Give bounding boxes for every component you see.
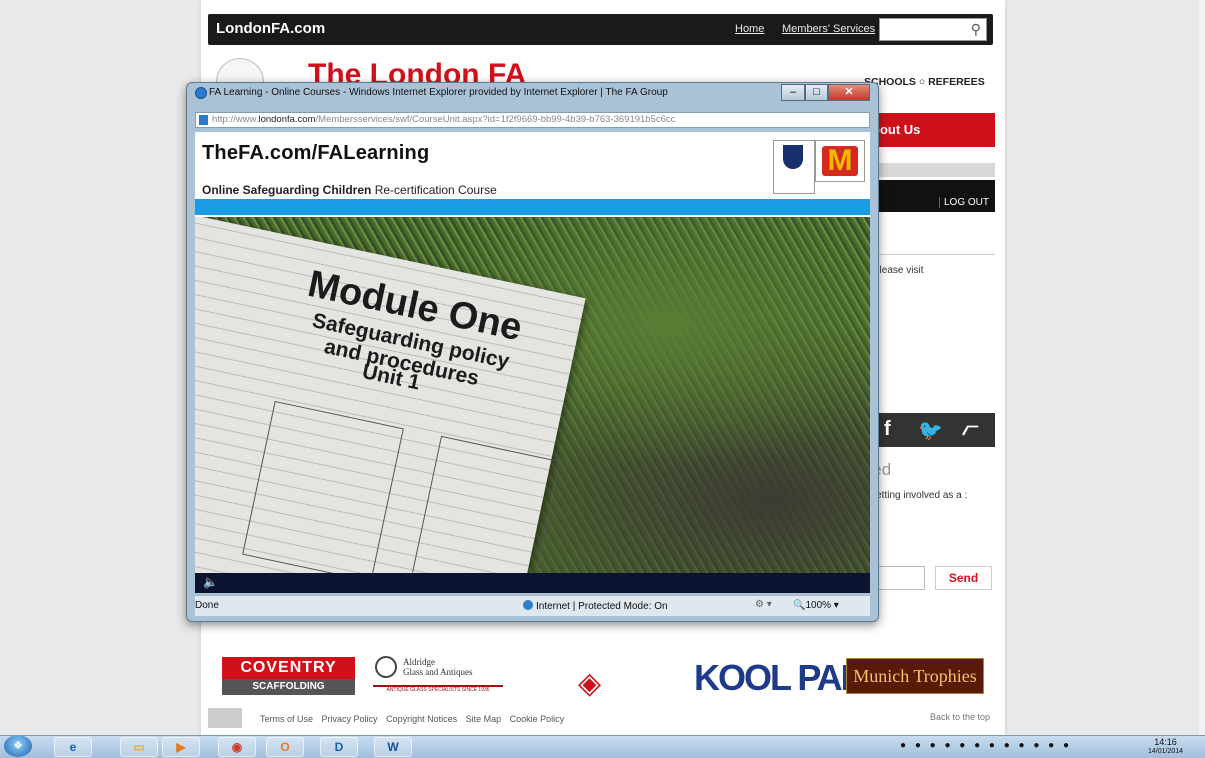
player-control-bar: 🔈 <box>195 573 870 593</box>
zoom-value: 100% <box>805 600 832 611</box>
zoom-level[interactable]: 🔍100% ▾ <box>793 600 839 611</box>
taskbar-media-icon[interactable]: ▶ <box>162 737 200 757</box>
footer-links: Terms of Use Privacy Policy Copyright No… <box>260 714 570 724</box>
twitter-icon[interactable]: 🐦 <box>918 418 943 443</box>
url-path: /Membersservices/swf/CourseUnit.aspx?id=… <box>315 114 676 125</box>
window-title: FA Learning - Online Courses - Windows I… <box>209 87 668 98</box>
fa-learning-heading: TheFA.com/FALearning <box>202 142 430 164</box>
umbro-logo-icon[interactable]: ◈ <box>578 666 601 701</box>
page-scrollbar[interactable] <box>1199 0 1205 735</box>
site-brand[interactable]: LondonFA.com <box>216 20 325 37</box>
system-tray-icons[interactable]: ● ● ● ● ● ● ● ● ● ● ● ● <box>900 740 1072 751</box>
section-links[interactable]: SCHOOLS ○ REFEREES <box>864 76 985 88</box>
search-icon[interactable]: ⚲ <box>971 21 981 38</box>
security-zone[interactable]: Internet | Protected Mode: On <box>523 600 668 612</box>
please-visit-text: please visit <box>874 265 924 276</box>
facebook-icon[interactable]: f <box>884 418 891 441</box>
course-content: TheFA.com/FALearning Online Safeguarding… <box>195 132 870 593</box>
taskbar-outlook-icon[interactable]: O <box>266 737 304 757</box>
aldridge-tagline: ANTIQUE GLASS SPECIALISTS SINCE 1936 <box>373 685 503 696</box>
course-title-bold: Online Safeguarding Children <box>202 183 372 197</box>
windows-taskbar: ❖ e ▭ ▶ ◉ O D W ● ● ● ● ● ● ● ● ● ● ● ● … <box>0 735 1205 758</box>
logout-bar: LOG OUT <box>870 196 995 212</box>
coventry-bottom-text: SCAFFOLDING <box>222 679 355 695</box>
footer-link[interactable]: Terms of Use <box>260 714 313 724</box>
ie-popup-window: FA Learning - Online Courses - Windows I… <box>186 82 879 622</box>
start-button[interactable]: ❖ <box>4 735 32 757</box>
status-done: Done <box>195 600 219 611</box>
aldridge-name: Aldridge <box>403 657 435 667</box>
nav-members-link[interactable]: Members' Services <box>782 23 875 35</box>
taskbar-clock[interactable]: 14:16 14/01/2014 <box>1148 738 1183 756</box>
sponsor-koolpak-logo[interactable]: KOOL PAK <box>694 657 867 699</box>
footer-link[interactable]: Site Map <box>466 714 502 724</box>
page-icon <box>199 115 208 125</box>
taskbar-d-icon[interactable]: D <box>320 737 358 757</box>
divider <box>870 254 995 255</box>
speaker-icon[interactable]: 🔈 <box>203 575 218 589</box>
taskbar-word-icon[interactable]: W <box>374 737 412 757</box>
ie-icon <box>195 87 207 99</box>
shield-icon <box>783 145 803 169</box>
minimize-button[interactable]: – <box>781 84 805 101</box>
aldridge-ring-icon <box>375 656 397 678</box>
main-menu-bar: bout Us <box>870 113 995 147</box>
course-title: Online Safeguarding Children Re-certific… <box>202 183 497 197</box>
footer-logo <box>208 708 242 728</box>
clock-time: 14:16 <box>1154 737 1177 747</box>
footer-link[interactable]: Copyright Notices <box>386 714 457 724</box>
social-bar: f 🐦 ⦧ <box>870 413 995 447</box>
taskbar-ie-icon[interactable]: e <box>54 737 92 757</box>
menu-about-us[interactable]: bout Us <box>872 122 920 137</box>
sponsor-coventry-logo[interactable]: COVENTRY SCAFFOLDING <box>222 657 355 695</box>
course-blue-bar <box>195 199 870 215</box>
close-button[interactable]: ✕ <box>828 84 870 101</box>
rss-icon[interactable]: ⦧ <box>962 418 978 441</box>
address-bar[interactable]: http://www.londonfa.com/Membersservices/… <box>195 112 870 128</box>
course-slide[interactable]: Module One Safeguarding policy and proce… <box>195 217 870 573</box>
site-top-bar: LondonFA.com Home Members' Services ⚲ <box>208 14 993 45</box>
security-zone-text: Internet | Protected Mode: On <box>536 601 668 612</box>
clock-date: 14/01/2014 <box>1148 748 1184 755</box>
taskbar-explorer-icon[interactable]: ▭ <box>120 737 158 757</box>
address-url[interactable]: http://www.londonfa.com/Membersservices/… <box>212 114 675 125</box>
aldridge-subtitle: Glass and Antiques <box>403 667 473 677</box>
mcdonalds-logo: M <box>815 140 865 182</box>
coventry-top-text: COVENTRY <box>222 657 355 679</box>
send-button[interactable]: Send <box>935 566 992 590</box>
nav-home-link[interactable]: Home <box>735 23 764 35</box>
footer-link[interactable]: Cookie Policy <box>510 714 565 724</box>
sponsor-munich-logo[interactable]: Munich Trophies <box>846 658 984 694</box>
maximize-button[interactable]: □ <box>805 84 828 101</box>
site-search-input[interactable]: ⚲ <box>879 18 987 41</box>
sponsor-aldridge-logo[interactable]: Aldridge Glass and Antiques ANTIQUE GLAS… <box>373 654 503 696</box>
url-prefix: http://www. <box>212 114 259 125</box>
globe-icon <box>523 600 533 610</box>
grey-divider <box>870 163 995 177</box>
back-to-top-link[interactable]: Back to the top <box>930 712 990 722</box>
logout-button[interactable]: LOG OUT <box>938 197 993 208</box>
footer-link[interactable]: Privacy Policy <box>322 714 378 724</box>
england-crest-logo <box>773 140 815 194</box>
protected-mode-icon[interactable]: ⚙ ▾ <box>755 599 772 610</box>
url-domain: londonfa.com <box>258 114 316 125</box>
taskbar-chrome-icon[interactable]: ◉ <box>218 737 256 757</box>
status-bar: Done Internet | Protected Mode: On ⚙ ▾ 🔍… <box>195 595 870 616</box>
account-bar <box>870 180 995 196</box>
course-title-rest: Re-certification Course <box>371 183 497 197</box>
